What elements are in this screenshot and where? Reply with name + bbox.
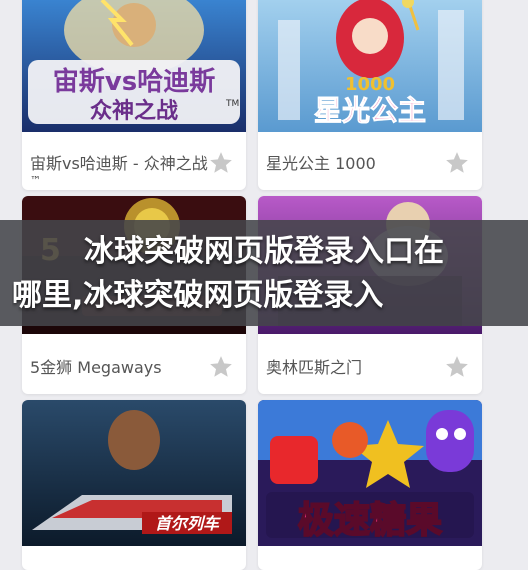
game-card-starlight-princess[interactable]: 1000 星光公主 星光公主 1000 [258, 0, 482, 190]
game-card-speed-candy[interactable]: 极速糖果 [258, 400, 482, 570]
game-card-seoul-train[interactable]: 首尔列车 [22, 400, 246, 570]
art-title: 星光公主 [314, 94, 426, 127]
art-title: 首尔列车 [155, 514, 221, 533]
game-name: 宙斯vs哈迪斯 - 众神之战 [30, 154, 208, 173]
game-name: 星光公主 1000 [266, 154, 376, 173]
star-icon[interactable] [208, 354, 234, 380]
overlay-title-line2: 哪里,冰球突破网页版登录入 [12, 278, 384, 313]
art-title-line2: 众神之战 [90, 98, 178, 124]
game-thumbnail[interactable]: 1000 星光公主 [258, 0, 482, 132]
promo-overlay-banner[interactable]: 冰球突破网页版登录入口在 哪里,冰球突破网页版登录入 [0, 220, 528, 326]
star-icon[interactable] [444, 150, 470, 176]
star-icon[interactable] [444, 354, 470, 380]
game-name: 奥林匹斯之门 [266, 358, 363, 377]
game-card-zeus-vs-hades[interactable]: 宙斯vs哈迪斯 众神之战 TM 宙斯vs哈迪斯 - 众神之战 ™ [22, 0, 246, 190]
star-icon[interactable] [208, 150, 234, 176]
art-title: 极速糖果 [298, 500, 442, 541]
overlay-title-line1: 冰球突破网页版登录入口在 [84, 234, 444, 269]
game-thumbnail[interactable]: 首尔列车 [22, 400, 246, 546]
trademark-badge: ™ [30, 174, 41, 187]
game-name: 5金狮 Megaways [30, 358, 162, 377]
art-tm: TM [225, 99, 239, 109]
game-thumbnail[interactable]: 宙斯vs哈迪斯 众神之战 TM [22, 0, 246, 132]
game-thumbnail[interactable]: 极速糖果 [258, 400, 482, 546]
art-number: 1000 [345, 74, 395, 95]
art-title-line1: 宙斯vs哈迪斯 [53, 66, 215, 97]
